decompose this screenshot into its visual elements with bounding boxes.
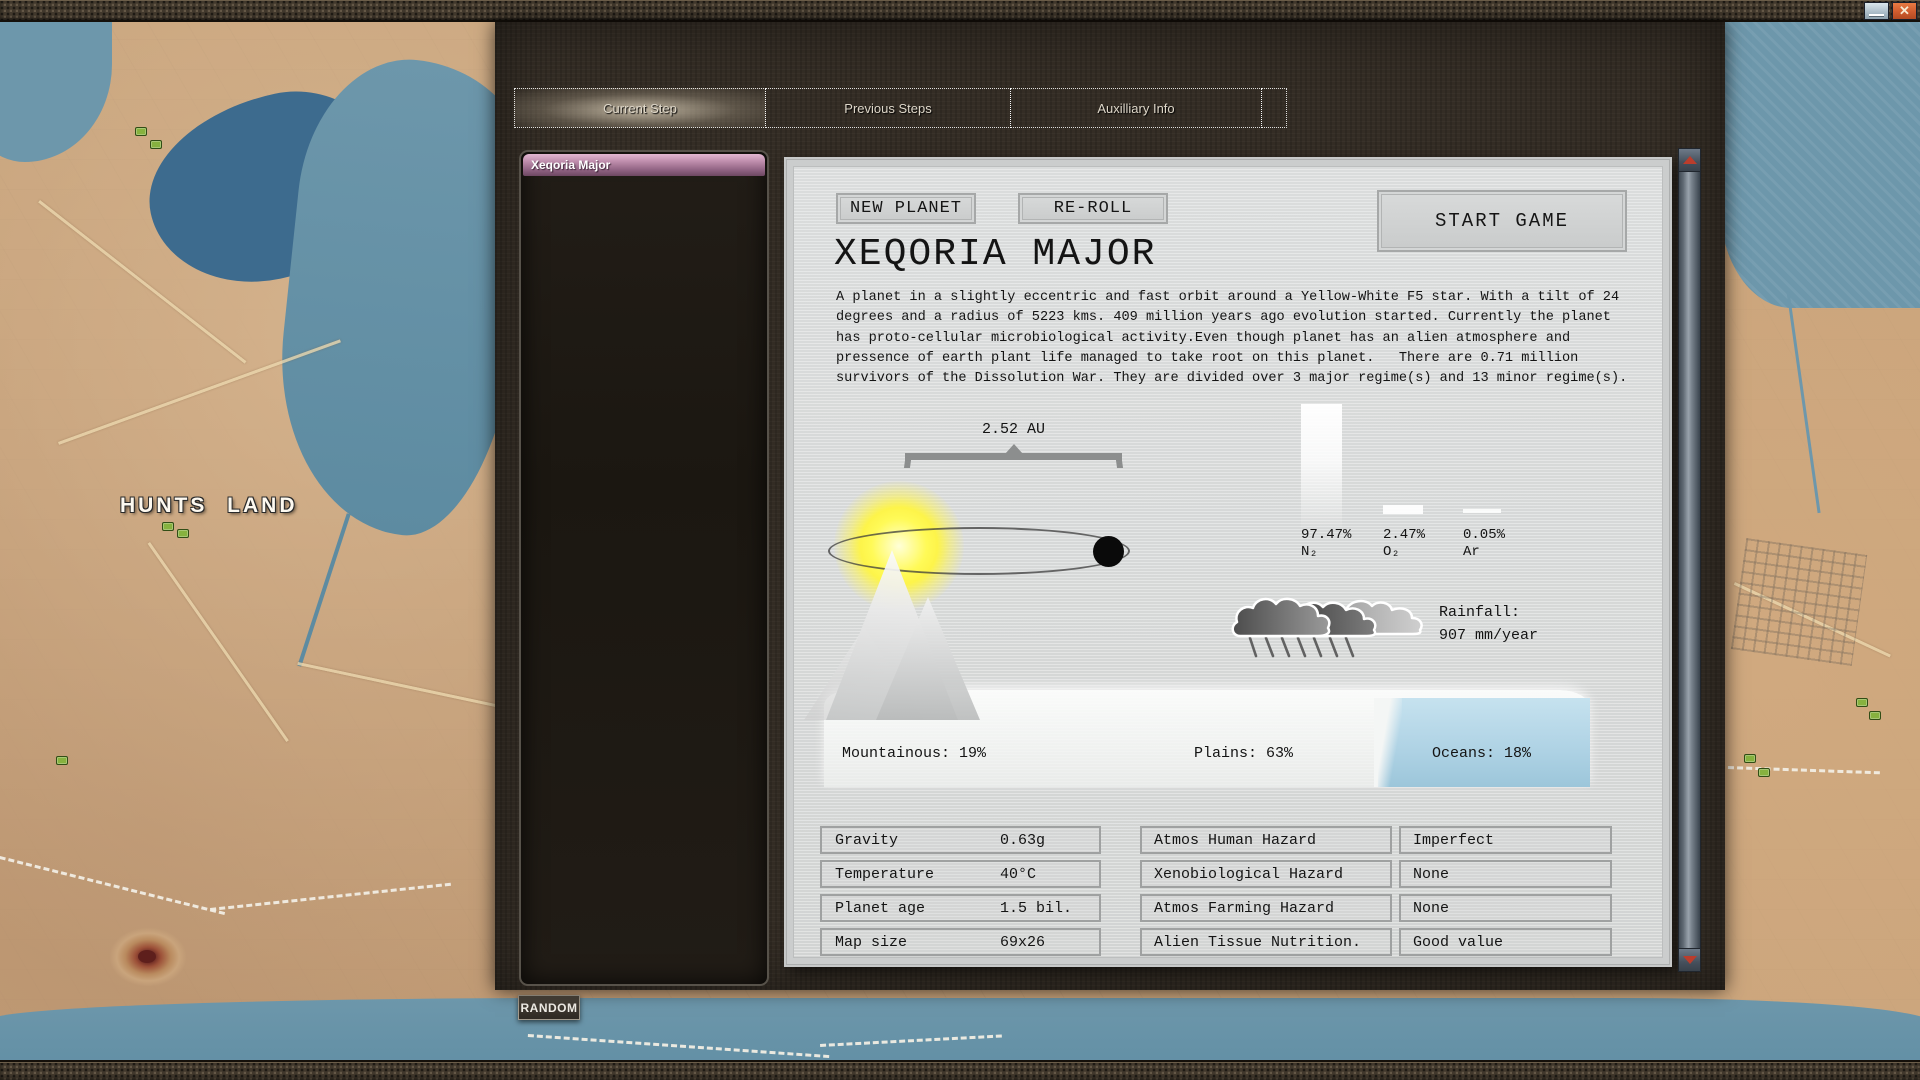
volcano-icon xyxy=(110,928,186,986)
minimize-icon xyxy=(1869,14,1884,16)
dashed-border xyxy=(210,883,451,911)
unit-icon[interactable] xyxy=(150,140,162,149)
tab-current-step[interactable]: Current Step xyxy=(514,88,766,128)
planet-list-sidebar: Xeqoria Major xyxy=(519,150,769,986)
unit-icon[interactable] xyxy=(135,127,147,136)
rain-clouds-icon xyxy=(1228,594,1434,660)
atmosphere-label-ar: 0.05% Ar xyxy=(1463,527,1505,561)
table-row: Alien Tissue Nutrition. Good value xyxy=(1140,928,1612,956)
tab-bar: Current Step Previous Steps Auxilliary I… xyxy=(514,88,1287,128)
unit-icon[interactable] xyxy=(162,522,174,531)
start-game-button[interactable]: START GAME xyxy=(1377,190,1627,252)
city-ruins xyxy=(1731,538,1867,666)
window-bottombar xyxy=(0,1060,1920,1080)
atmosphere-label-o2: 2.47% O₂ xyxy=(1383,527,1425,561)
unit-icon[interactable] xyxy=(1744,754,1756,763)
atmosphere-bar-o2 xyxy=(1383,505,1423,514)
orbit-ellipse xyxy=(828,527,1130,575)
river xyxy=(297,513,350,666)
planet-list-item[interactable]: Xeqoria Major xyxy=(523,154,765,176)
tab-previous-steps[interactable]: Previous Steps xyxy=(765,88,1011,128)
scroll-down-button[interactable] xyxy=(1678,948,1701,972)
game-screen: HUNTS LAND ✕ MINI RANDOM Current Step Pr… xyxy=(0,0,1920,1080)
atmosphere-bar-n2 xyxy=(1301,404,1342,528)
planet-hazards-table: Atmos Human Hazard Imperfect Xenobiologi… xyxy=(1140,826,1612,956)
unit-icon[interactable] xyxy=(1758,768,1770,777)
arrow-up-icon xyxy=(1683,156,1697,164)
rainfall-text: Rainfall: 907 mm/year xyxy=(1439,601,1538,647)
table-row: Planet age 1.5 bil. xyxy=(820,894,1101,922)
dashed-border xyxy=(1728,766,1880,774)
ocean-shape xyxy=(0,0,112,162)
orbit-distance-bracket xyxy=(905,449,1122,465)
reroll-button[interactable]: RE-ROLL xyxy=(1018,193,1168,224)
planet-description: A planet in a slightly eccentric and fas… xyxy=(836,288,1630,389)
atmosphere-label-n2: 97.47% N₂ xyxy=(1301,527,1351,561)
new-planet-button[interactable]: NEW PLANET xyxy=(836,193,976,224)
table-row: Atmos Farming Hazard None xyxy=(1140,894,1612,922)
tab-auxilliary-info[interactable]: Auxilliary Info xyxy=(1010,88,1262,128)
planet-stats-table: Gravity 0.63g Temperature 40°C Planet ag… xyxy=(820,826,1101,956)
river xyxy=(1786,291,1820,513)
unit-icon[interactable] xyxy=(56,756,68,765)
close-button[interactable]: ✕ xyxy=(1892,2,1917,20)
minimize-button[interactable] xyxy=(1864,2,1889,20)
planet-info-dialog: NEW PLANET RE-ROLL START GAME XEQORIA MA… xyxy=(784,157,1672,967)
table-row: Gravity 0.63g xyxy=(820,826,1101,854)
terrain-plains-label: Plains: 63% xyxy=(1194,745,1293,762)
unit-icon[interactable] xyxy=(1856,698,1868,707)
terrain-mountainous-label: Mountainous: 19% xyxy=(842,745,986,762)
terrain-oceans-label: Oceans: 18% xyxy=(1432,745,1531,762)
planet-setup-panel: Current Step Previous Steps Auxilliary I… xyxy=(495,22,1725,990)
region-label: HUNTS LAND xyxy=(120,494,298,518)
table-row: Map size 69x26 xyxy=(820,928,1101,956)
table-row: Atmos Human Hazard Imperfect xyxy=(1140,826,1612,854)
arrow-down-icon xyxy=(1683,956,1697,964)
ocean-shape xyxy=(1720,16,1920,308)
scroll-up-button[interactable] xyxy=(1678,148,1701,172)
dialog-scrollbar[interactable] xyxy=(1678,148,1701,972)
rainfall-value: 907 mm/year xyxy=(1439,624,1538,647)
planet-icon xyxy=(1093,536,1124,567)
atmosphere-bar-ar xyxy=(1463,509,1501,513)
table-row: Temperature 40°C xyxy=(820,860,1101,888)
planet-name-title: XEQORIA MAJOR xyxy=(834,233,1156,276)
orbit-distance-label: 2.52 AU xyxy=(905,421,1122,438)
dashed-border xyxy=(0,856,225,915)
scrollbar-track[interactable] xyxy=(1678,172,1701,948)
road xyxy=(148,542,289,742)
rainfall-label: Rainfall: xyxy=(1439,601,1538,624)
tab-stub xyxy=(1261,88,1287,128)
unit-icon[interactable] xyxy=(177,529,189,538)
random-button[interactable]: RANDOM xyxy=(518,995,580,1020)
table-row: Xenobiological Hazard None xyxy=(1140,860,1612,888)
ocean-graphic xyxy=(1378,698,1590,787)
window-titlebar[interactable] xyxy=(0,0,1920,22)
unit-icon[interactable] xyxy=(1869,711,1881,720)
